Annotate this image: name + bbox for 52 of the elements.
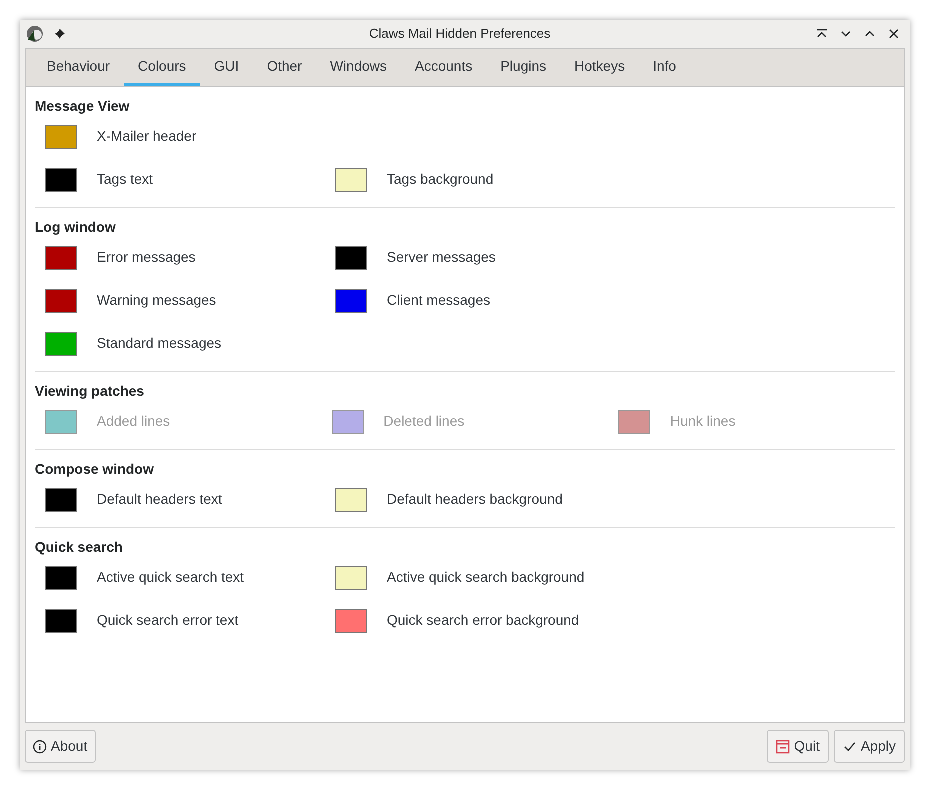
colour-swatch[interactable] [335,608,367,632]
app-icon [26,25,44,43]
section-title: Quick search [35,538,124,556]
colour-label: Default headers text [97,490,222,509]
colour-swatch[interactable] [45,608,77,632]
quit-icon [776,740,790,754]
colour-label: Error messages [97,248,196,267]
section-title: Log window [35,218,117,236]
colour-swatch[interactable] [45,246,77,270]
tab[interactable]: Accounts [401,49,487,86]
tab[interactable]: Other [253,49,316,86]
colour-swatch[interactable] [335,288,367,312]
pin-icon[interactable] [54,28,66,40]
section-title: Message View [35,97,131,115]
quit-button[interactable]: Quit [767,730,829,763]
colour-label: Hunk lines [670,412,736,431]
tab[interactable]: Plugins [486,49,561,86]
about-button[interactable]: About [25,730,96,763]
tab[interactable]: Windows [316,49,401,86]
colour-label: Warning messages [97,291,216,310]
colour-swatch[interactable] [335,168,367,192]
colour-label: Tags text [97,170,154,189]
colour-label: Active quick search text [97,568,244,587]
colour-swatch[interactable] [335,566,367,590]
section-title: Compose window [35,460,155,478]
colour-swatch[interactable] [335,488,367,512]
colour-label: Client messages [387,291,490,310]
colour-label: Added lines [97,412,170,431]
colour-label: Default headers background [387,490,563,509]
colour-label: Quick search error text [97,611,239,630]
colour-label: Active quick search background [387,568,585,587]
colour-swatch[interactable] [45,488,77,512]
colour-label: Tags background [387,170,494,189]
tab[interactable]: Hotkeys [560,49,640,86]
colour-swatch[interactable] [45,566,77,590]
colour-label: Server messages [387,248,496,267]
tab[interactable]: GUI [200,49,254,86]
colour-label: X-Mailer header [97,127,197,146]
colour-swatch[interactable] [45,168,77,192]
colour-label: Standard messages [97,334,222,353]
colour-swatch[interactable] [45,124,77,148]
colour-swatch[interactable] [45,332,77,356]
window-title: Claws Mail Hidden Preferences [368,25,552,44]
colour-swatch[interactable] [45,288,77,312]
tab[interactable]: Behaviour [33,49,124,86]
colour-label: Deleted lines [384,412,465,431]
colour-label: Quick search error background [387,611,580,630]
tab[interactable]: Info [639,49,690,86]
section-title: Viewing patches [35,382,146,400]
apply-button[interactable]: Apply [834,730,905,763]
colour-swatch[interactable] [335,246,367,270]
info-icon [33,740,47,754]
